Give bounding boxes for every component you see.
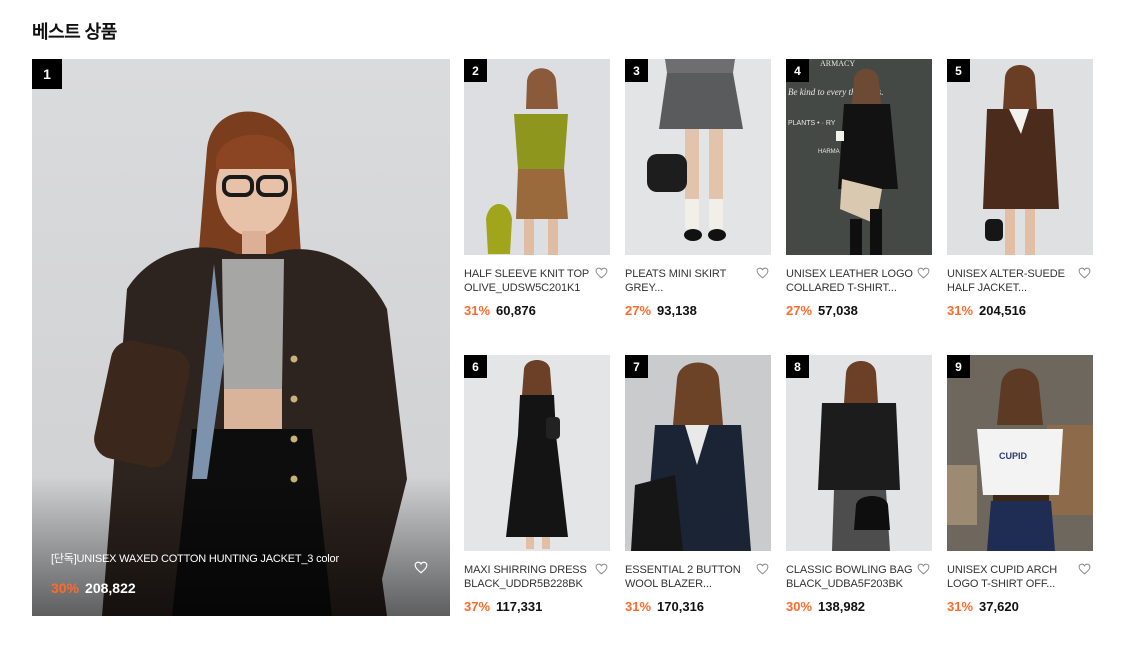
rank-badge: 5 <box>947 59 970 82</box>
wishlist-heart-icon[interactable] <box>917 267 930 279</box>
product-name[interactable]: UNISEX CUPID ARCH LOGO T-SHIRT OFF... <box>947 563 1075 591</box>
store-sign-text: ARMACY <box>820 59 855 68</box>
price-row: 31% 204,516 <box>947 303 1093 318</box>
wishlist-heart-icon[interactable] <box>595 563 608 575</box>
wishlist-heart-icon[interactable] <box>1078 563 1091 575</box>
rank-badge: 8 <box>786 355 809 378</box>
sale-price: 138,982 <box>818 599 866 614</box>
product-image: 2 <box>464 59 610 255</box>
rank-badge: 7 <box>625 355 648 378</box>
discount-rate: 27% <box>786 303 813 318</box>
product-card[interactable]: 5 UNISEX ALTER-SUEDE HALF JACKET... 31% … <box>947 59 1093 318</box>
sale-price: 204,516 <box>979 303 1027 318</box>
product-image: CUPID 9 <box>947 355 1093 551</box>
wishlist-heart-icon[interactable] <box>414 561 428 574</box>
rank-badge: 6 <box>464 355 487 378</box>
discount-rate: 31% <box>947 599 974 614</box>
rank-badge: 1 <box>32 59 62 89</box>
product-name[interactable]: CLASSIC BOWLING BAG BLACK_UDBA5F203BK <box>786 563 914 591</box>
price-row: 27% 57,038 <box>786 303 932 318</box>
section-title: 베스트 상품 <box>32 22 117 42</box>
price-row: 27% 93,138 <box>625 303 771 318</box>
product-image: 6 <box>464 355 610 551</box>
discount-rate: 30% <box>51 580 80 596</box>
product-card[interactable]: ARMACY Be kind to every that lives. PLAN… <box>786 59 932 318</box>
featured-price-row: 30% 208,822 <box>51 580 136 596</box>
wishlist-heart-icon[interactable] <box>595 267 608 279</box>
discount-rate: 30% <box>786 599 813 614</box>
sale-price: 60,876 <box>496 303 536 318</box>
wishlist-heart-icon[interactable] <box>917 563 930 575</box>
product-card[interactable]: 8 CLASSIC BOWLING BAG BLACK_UDBA5F203BK … <box>786 355 932 614</box>
product-card[interactable]: 6 MAXI SHIRRING DRESS BLACK_UDDR5B228BK … <box>464 355 610 614</box>
svg-text:CUPID: CUPID <box>999 451 1028 461</box>
discount-rate: 31% <box>464 303 491 318</box>
product-image: 3 <box>625 59 771 255</box>
price-row: 31% 170,316 <box>625 599 771 614</box>
sale-price: 117,331 <box>496 599 543 614</box>
sale-price: 57,038 <box>818 303 858 318</box>
sale-price: 208,822 <box>85 580 136 596</box>
wishlist-heart-icon[interactable] <box>756 267 769 279</box>
discount-rate: 31% <box>625 599 652 614</box>
product-image: 8 <box>786 355 932 551</box>
product-name[interactable]: HALF SLEEVE KNIT TOP OLIVE_UDSW5C201K1 <box>464 267 592 295</box>
product-card[interactable]: 2 HALF SLEEVE KNIT TOP OLIVE_UDSW5C201K1… <box>464 59 610 318</box>
rank-badge: 4 <box>786 59 809 82</box>
price-row: 31% 60,876 <box>464 303 610 318</box>
product-card[interactable]: CUPID 9 UNISEX CUPID ARCH LOGO T-SHIRT O… <box>947 355 1093 614</box>
sale-price: 37,620 <box>979 599 1019 614</box>
discount-rate: 27% <box>625 303 652 318</box>
featured-product-card[interactable]: 1 [단독]UNISEX WAXED COTTON HUNTING JACKET… <box>32 59 450 616</box>
product-name[interactable]: MAXI SHIRRING DRESS BLACK_UDDR5B228BK <box>464 563 592 591</box>
rank-badge: 2 <box>464 59 487 82</box>
rank-badge: 9 <box>947 355 970 378</box>
discount-rate: 31% <box>947 303 974 318</box>
product-name[interactable]: UNISEX LEATHER LOGO COLLARED T-SHIRT... <box>786 267 914 295</box>
featured-product-name[interactable]: [단독]UNISEX WAXED COTTON HUNTING JACKET_3… <box>51 550 391 566</box>
product-image: 7 <box>625 355 771 551</box>
product-image: 5 <box>947 59 1093 255</box>
price-row: 31% 37,620 <box>947 599 1093 614</box>
sale-price: 93,138 <box>657 303 697 318</box>
product-card[interactable]: 3 PLEATS MINI SKIRT GREY... 27% 93,138 <box>625 59 771 318</box>
discount-rate: 37% <box>464 599 491 614</box>
product-name[interactable]: UNISEX ALTER-SUEDE HALF JACKET... <box>947 267 1075 295</box>
price-row: 30% 138,982 <box>786 599 932 614</box>
sale-price: 170,316 <box>657 599 705 614</box>
product-name[interactable]: ESSENTIAL 2 BUTTON WOOL BLAZER... <box>625 563 753 591</box>
wishlist-heart-icon[interactable] <box>1078 267 1091 279</box>
rank-badge: 3 <box>625 59 648 82</box>
product-image: ARMACY Be kind to every that lives. PLAN… <box>786 59 932 255</box>
store-sign-text: PLANTS • · RY <box>788 120 836 127</box>
wishlist-heart-icon[interactable] <box>756 563 769 575</box>
price-row: 37% 117,331 <box>464 599 610 614</box>
product-name[interactable]: PLEATS MINI SKIRT GREY... <box>625 267 753 295</box>
product-card[interactable]: 7 ESSENTIAL 2 BUTTON WOOL BLAZER... 31% … <box>625 355 771 614</box>
